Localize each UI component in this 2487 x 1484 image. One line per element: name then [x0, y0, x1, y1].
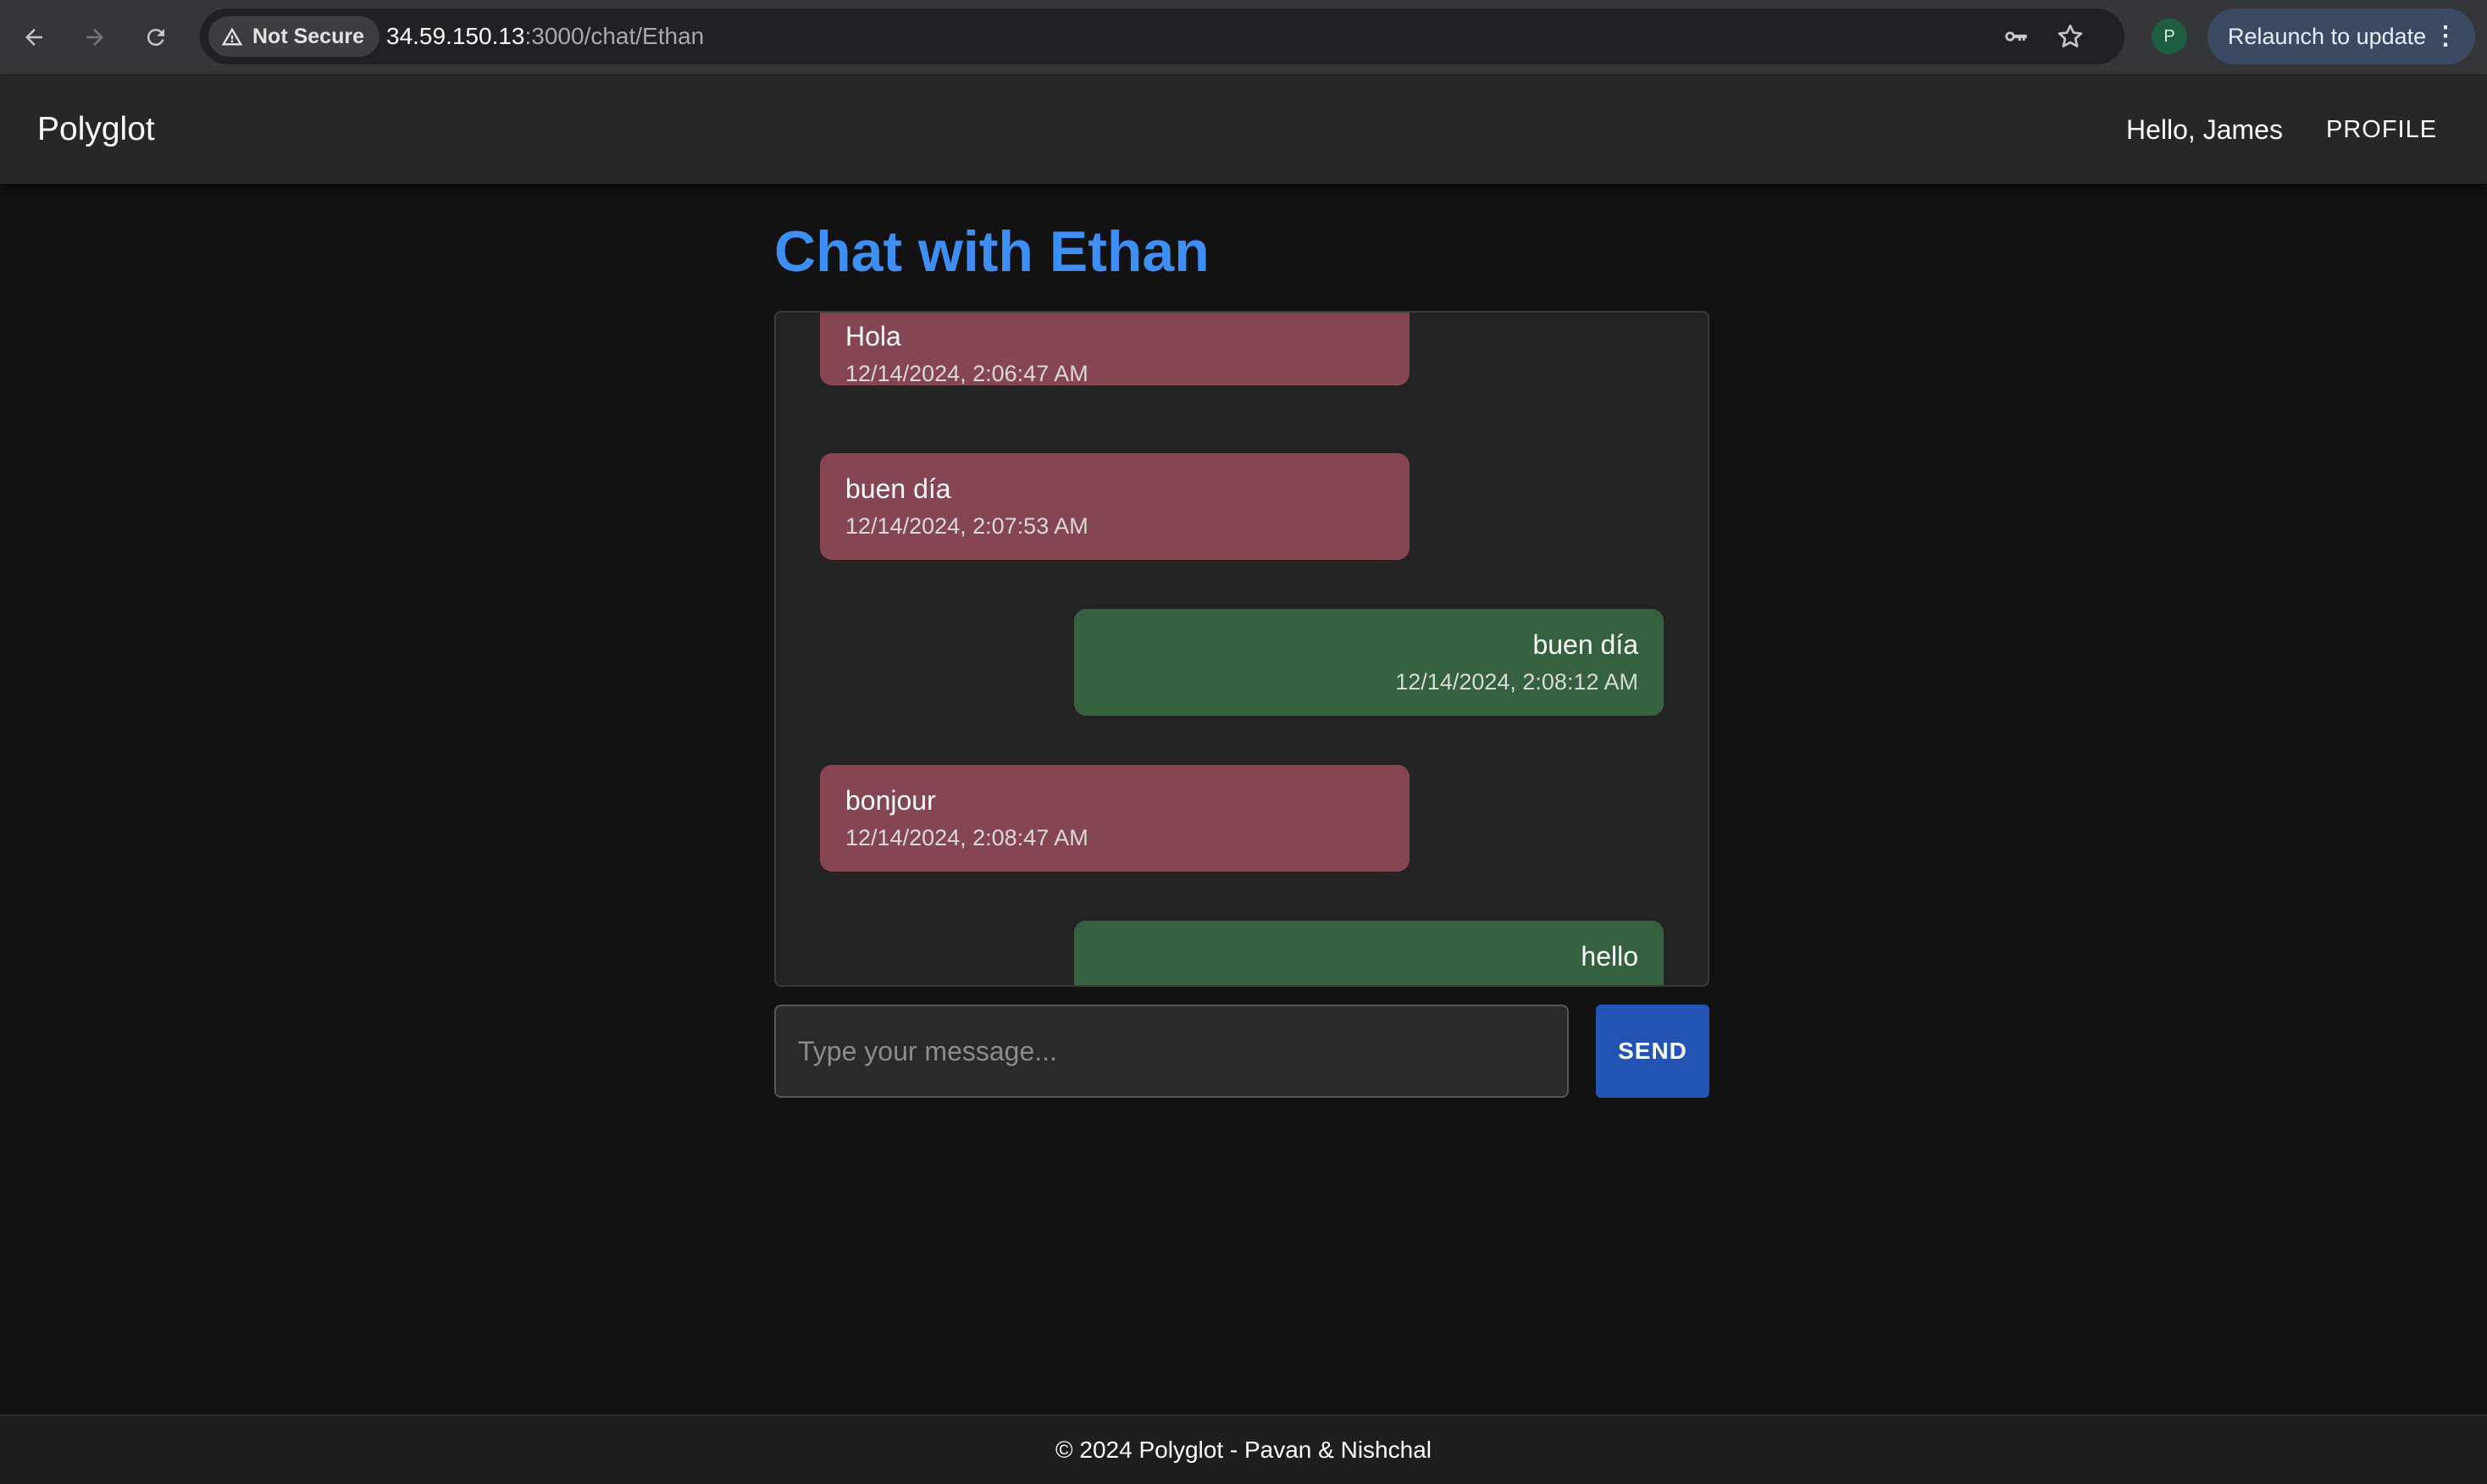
url-host: 34.59.150.13: [386, 23, 525, 49]
security-label: Not Secure: [252, 24, 364, 48]
more-vert-icon[interactable]: ⋮: [2433, 8, 2458, 64]
forward-button[interactable]: [75, 17, 115, 58]
message-text: hello: [1581, 941, 1638, 972]
reload-icon: [147, 29, 164, 47]
back-arrow-icon: [25, 29, 42, 46]
message-timestamp: 12/14/2024, 2:06:47 AM: [845, 361, 1088, 386]
warning-icon: [221, 27, 243, 46]
message-text: Hola: [845, 321, 901, 352]
message-text: buen día: [845, 473, 951, 504]
page-title: Chat with Ethan: [774, 219, 1210, 284]
send-button[interactable]: SEND: [1596, 1005, 1709, 1098]
profile-link[interactable]: PROFILE: [2313, 104, 2451, 155]
brand-logo-text[interactable]: Polyglot: [37, 75, 155, 184]
message-timestamp: 12/14/2024, 2:08:47 AM: [845, 825, 1088, 850]
message-timestamp: 12/14/2024, 2:08:12 AM: [1395, 669, 1638, 695]
address-bar[interactable]: Not Secure 34.59.150.13:3000/chat/Ethan: [200, 8, 2124, 64]
app-header: Polyglot Hello, James PROFILE: [0, 75, 2487, 184]
url-path: :3000/chat/Ethan: [524, 23, 705, 49]
footer-text: © 2024 Polyglot - Pavan & Nishchal: [1055, 1437, 1432, 1463]
message-sent: buen día 12/14/2024, 2:08:12 AM: [1074, 609, 1664, 716]
message-text: bonjour: [845, 785, 936, 816]
forward-arrow-icon: [86, 29, 103, 46]
footer: © 2024 Polyglot - Pavan & Nishchal: [0, 1415, 2487, 1484]
message-received: buen día 12/14/2024, 2:07:53 AM: [820, 453, 1410, 560]
message-timestamp: 12/14/2024, 2:07:53 AM: [845, 513, 1088, 539]
browser-toolbar: Not Secure 34.59.150.13:3000/chat/Ethan …: [0, 0, 2487, 75]
profile-avatar[interactable]: P: [2152, 19, 2187, 54]
relaunch-button[interactable]: Relaunch to update ⋮: [2207, 8, 2475, 64]
message-input[interactable]: [774, 1005, 1569, 1098]
message-list[interactable]: Hola 12/14/2024, 2:06:47 AM buen día 12/…: [774, 311, 1709, 987]
relaunch-label: Relaunch to update: [2228, 23, 2427, 49]
message-text: buen día: [1532, 629, 1638, 660]
url-text[interactable]: 34.59.150.13:3000/chat/Ethan: [386, 8, 704, 64]
user-greeting: Hello, James: [2126, 114, 2283, 145]
key-icon: [2005, 31, 2027, 42]
message-received: bonjour 12/14/2024, 2:08:47 AM: [820, 765, 1410, 872]
reload-button[interactable]: [136, 17, 176, 58]
bookmark-button[interactable]: [2050, 16, 2091, 57]
star-icon: [2058, 25, 2083, 47]
message-received: Hola 12/14/2024, 2:06:47 AM: [820, 313, 1410, 386]
message-sent: hello: [1074, 921, 1664, 985]
password-key-button[interactable]: [1996, 16, 2036, 57]
back-button[interactable]: [14, 17, 54, 58]
security-indicator[interactable]: Not Secure: [208, 16, 379, 57]
